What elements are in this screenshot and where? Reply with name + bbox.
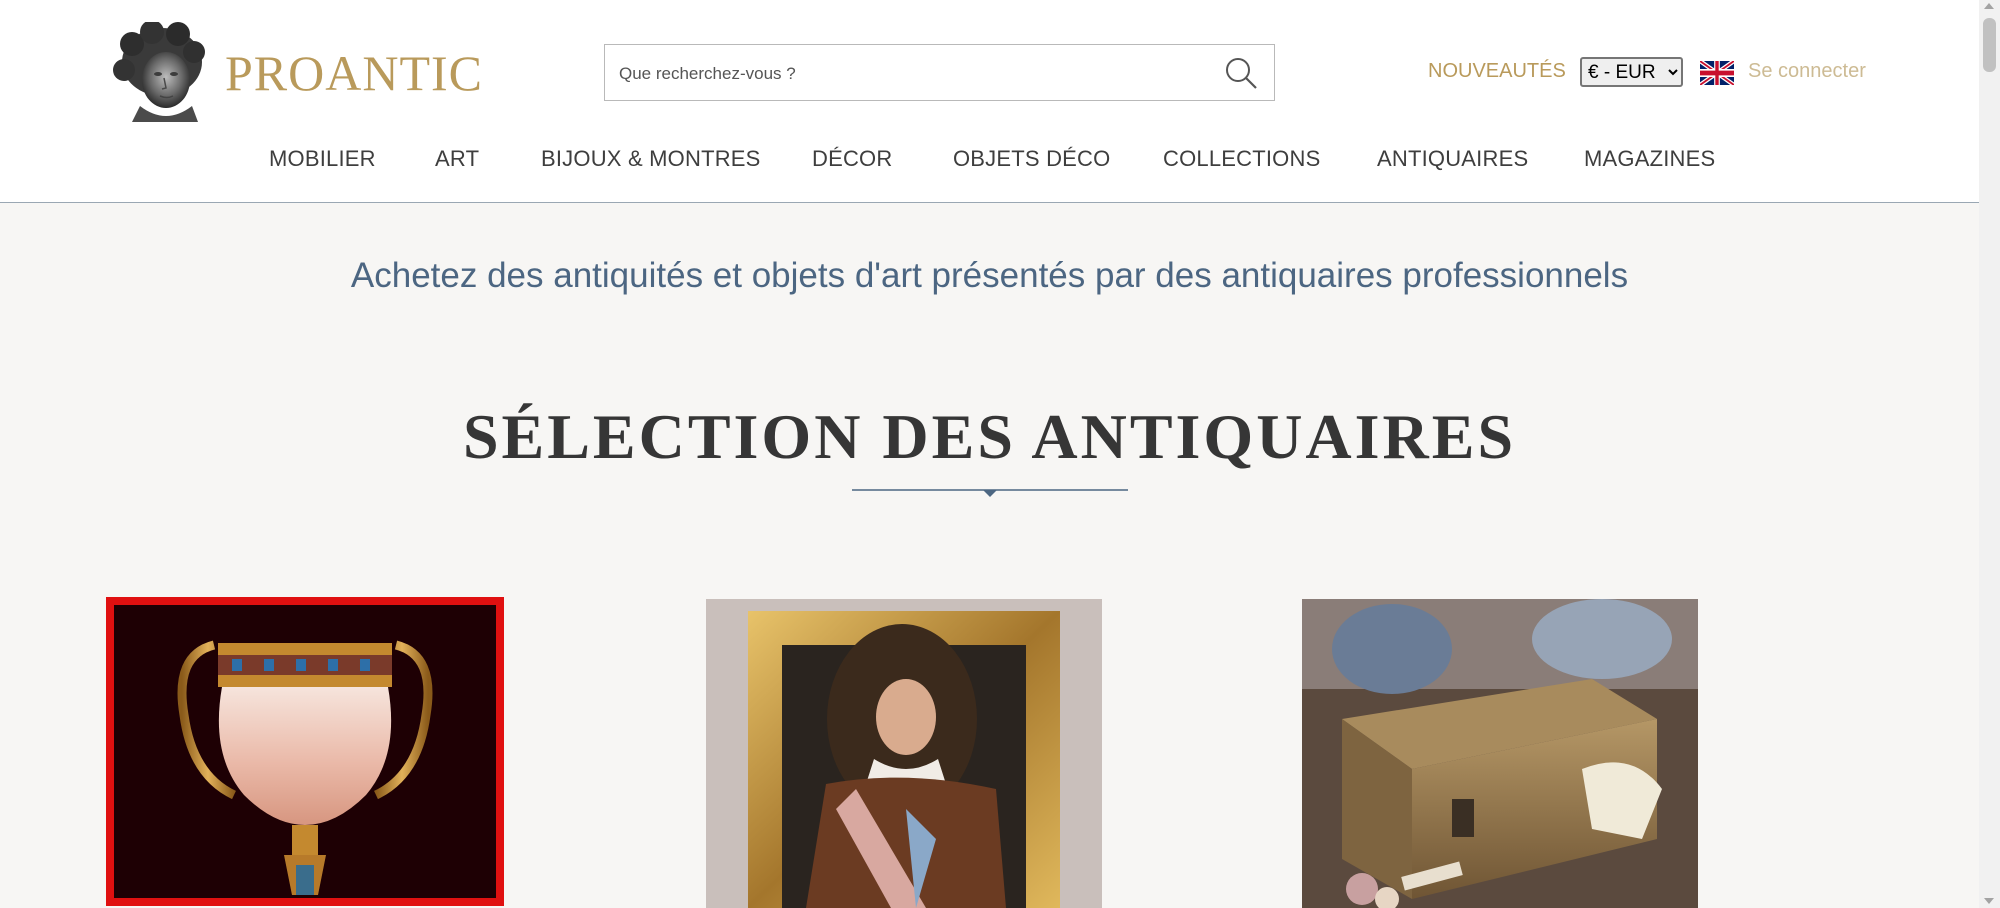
brand-name[interactable]: PROANTIC [225,44,483,102]
title-divider [852,489,1128,497]
site-header: PROANTIC NOUVEAUTÉS € - EUR Se connecter… [0,0,1979,203]
login-link[interactable]: Se connecter [1748,60,1866,83]
menu-item-art[interactable]: ART [435,146,479,172]
brass-casket-image [1302,599,1698,908]
product-card[interactable] [1302,599,1698,908]
product-card[interactable] [706,599,1102,908]
scroll-up-arrow-icon[interactable] [1984,3,1994,9]
scroll-down-arrow-icon[interactable] [1984,898,1994,904]
new-arrivals-link[interactable]: NOUVEAUTÉS [1428,60,1566,83]
page-scrollbar[interactable] [1979,0,2000,908]
logo-bust-icon [113,22,205,122]
menu-item-bijoux-montres[interactable]: BIJOUX & MONTRES [541,146,761,172]
menu-item-collections[interactable]: COLLECTIONS [1163,146,1320,172]
menu-item-mobilier[interactable]: MOBILIER [269,146,376,172]
currency-select[interactable]: € - EUR [1580,57,1683,87]
gilt-onyx-cup-image [114,605,496,898]
product-card[interactable] [106,597,504,906]
menu-item-decor[interactable]: DÉCOR [812,146,892,172]
section-title: SÉLECTION DES ANTIQUAIRES [462,401,1517,472]
framed-portrait-image [706,599,1102,908]
menu-item-objets-deco[interactable]: OBJETS DÉCO [953,146,1110,172]
menu-item-magazines[interactable]: MAGAZINES [1584,146,1715,172]
search-icon[interactable] [1224,56,1258,90]
uk-flag-icon[interactable] [1700,61,1734,85]
page-tagline: Achetez des antiquités et objets d'art p… [350,256,1629,295]
search-box [604,44,1275,102]
menu-item-antiquaires[interactable]: ANTIQUAIRES [1377,146,1528,172]
main-menu: MOBILIER ART BIJOUX & MONTRES DÉCOR OBJE… [0,146,1979,182]
search-input[interactable] [617,45,1211,102]
scroll-thumb[interactable] [1983,18,1996,72]
